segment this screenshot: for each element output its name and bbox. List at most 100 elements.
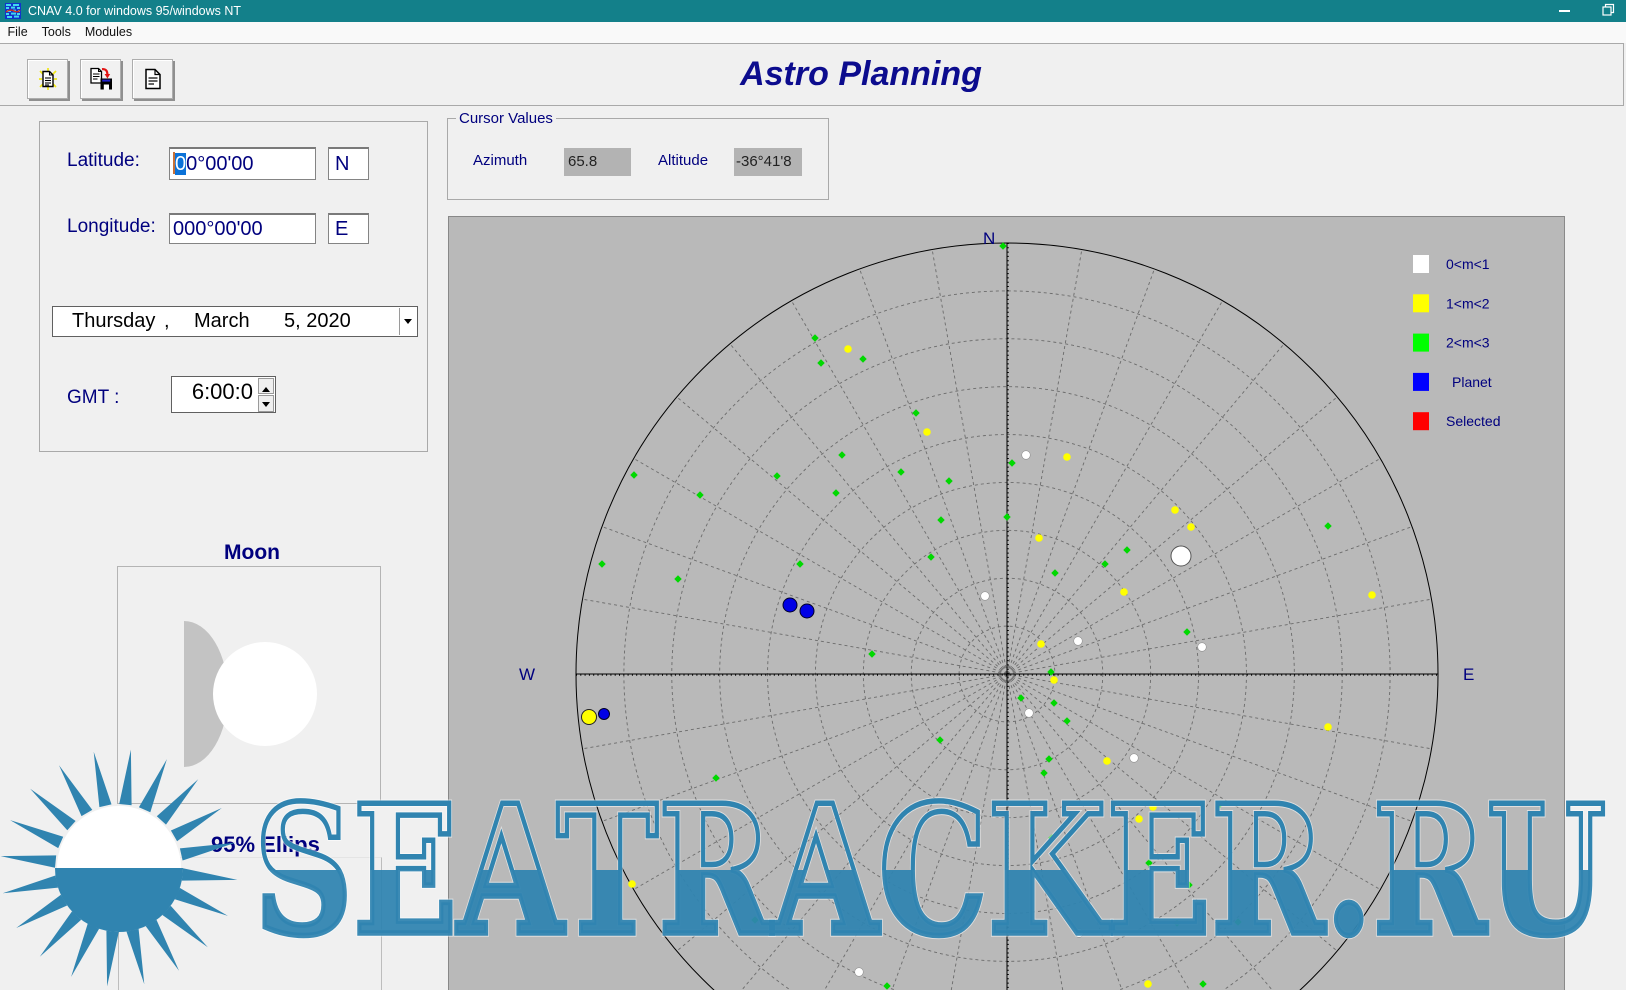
legend-swatch: [1413, 255, 1429, 273]
sky-chart[interactable]: NWE0<m<11<m<22<m<3PlanetSelected: [448, 216, 1565, 990]
azimuth-spoke: [1007, 459, 1380, 675]
gmt-spinner[interactable]: 6:00:0: [171, 376, 276, 413]
azimuth-spoke: [1007, 674, 1082, 990]
star-green: [811, 334, 818, 341]
view-report-button[interactable]: [132, 59, 173, 99]
star-green: [1040, 769, 1047, 776]
cursor-values-label: Cursor Values: [456, 110, 556, 127]
moon-label: Moon: [224, 541, 280, 565]
legend-label: 0<m<1: [1446, 256, 1490, 272]
star-big-white: [1171, 546, 1191, 566]
moon-phase-box: [117, 566, 381, 804]
legend-label: 2<m<3: [1446, 335, 1490, 351]
star-green: [1324, 522, 1331, 529]
star-green: [1048, 834, 1055, 841]
star-green: [1003, 513, 1010, 520]
minimize-button[interactable]: [1544, 0, 1589, 22]
azimuth-value: 65.8: [564, 148, 631, 176]
menu-modules[interactable]: Modules: [78, 22, 138, 43]
star-white: [1022, 451, 1031, 460]
longitude-label: Longitude:: [67, 216, 156, 238]
azimuth-spoke: [1007, 397, 1337, 674]
star-green: [883, 982, 890, 989]
star-green: [1234, 918, 1241, 925]
azimuth-spoke: [1007, 344, 1284, 674]
date-combobox[interactable]: Thursday , March 5, 2020: [52, 306, 418, 337]
star-green: [817, 359, 824, 366]
star-green: [1008, 459, 1015, 466]
star-yellow: [1368, 591, 1376, 599]
legend-swatch: [1413, 334, 1429, 352]
date-weekday: Thursday: [72, 310, 155, 333]
legend-swatch: [1413, 373, 1429, 391]
app-icon: [5, 3, 21, 19]
star-green: [838, 451, 845, 458]
legend-label: 1<m<2: [1446, 295, 1490, 311]
star-green: [1216, 800, 1223, 807]
star-green: [912, 409, 919, 416]
down-arrow-icon: [262, 402, 270, 411]
star-white: [1025, 709, 1034, 718]
altitude-label: Altitude: [658, 152, 708, 169]
longitude-hemisphere-input[interactable]: E: [328, 213, 369, 244]
azimuth-spoke: [583, 674, 1007, 749]
star-yellow: [1037, 640, 1045, 648]
azimuth-spoke: [792, 301, 1008, 674]
star-white: [1075, 929, 1084, 938]
star-white: [981, 592, 990, 601]
star-green: [1183, 628, 1190, 635]
star-green: [945, 477, 952, 484]
gmt-spin-up-button[interactable]: [258, 378, 274, 394]
planet-blue: [800, 604, 814, 618]
latitude-input[interactable]: 00°00'00: [169, 147, 316, 180]
longitude-input[interactable]: 000°00'00: [169, 213, 316, 244]
restore-icon: [1589, 0, 1626, 22]
date-dropdown-button[interactable]: [399, 308, 416, 335]
star-green: [598, 560, 605, 567]
date-day-year: 5, 2020: [284, 310, 351, 333]
new-report-button[interactable]: [27, 59, 68, 99]
planet-blue: [599, 709, 610, 720]
sky-chart-svg: NWE0<m<11<m<22<m<3PlanetSelected: [449, 217, 1565, 990]
star-yellow: [1050, 676, 1058, 684]
menu-bar: File Tools Modules: [0, 22, 1626, 43]
window-title: CNAV 4.0 for windows 95/windows NT: [28, 0, 241, 22]
star-yellow: [923, 428, 931, 436]
azimuth-spoke: [860, 674, 1007, 990]
menu-file[interactable]: File: [1, 22, 34, 43]
toolbar: Astro Planning: [0, 43, 1624, 106]
azimuth-spoke: [1007, 599, 1431, 674]
star-green: [1123, 546, 1130, 553]
moon-illumination-label: 95% Ellips: [211, 832, 320, 858]
gmt-value: 6:00:0: [192, 379, 253, 405]
star-yellow: [1171, 506, 1179, 514]
moon-phase-graphic: [118, 567, 380, 803]
date-comma: ,: [164, 310, 170, 333]
azimuth-spoke: [932, 250, 1007, 674]
azimuth-spoke: [634, 459, 1007, 675]
save-report-button[interactable]: [80, 59, 121, 99]
star-green: [1145, 859, 1152, 866]
lower-box: [118, 857, 382, 990]
star-yellow: [1149, 803, 1157, 811]
star-yellow: [1035, 534, 1043, 542]
gmt-spin-down-button[interactable]: [258, 395, 274, 412]
star-yellow: [1144, 980, 1152, 988]
azimuth-spoke: [730, 674, 1007, 990]
menu-tools[interactable]: Tools: [35, 22, 77, 43]
minimize-icon: [1559, 10, 1570, 12]
east-label: E: [1463, 665, 1474, 684]
star-green: [773, 472, 780, 479]
star-white: [855, 968, 864, 977]
star-yellow: [1187, 523, 1195, 531]
star-green: [1199, 980, 1206, 987]
latitude-hemisphere-input[interactable]: N: [328, 147, 369, 180]
west-label: W: [519, 665, 535, 684]
azimuth-spoke: [1007, 674, 1431, 749]
azimuth-spoke: [1007, 250, 1082, 674]
planet-yellow: [582, 710, 597, 725]
star-green: [927, 553, 934, 560]
planet-blue: [783, 598, 797, 612]
star-yellow: [1103, 757, 1111, 765]
restore-button[interactable]: [1589, 0, 1626, 22]
